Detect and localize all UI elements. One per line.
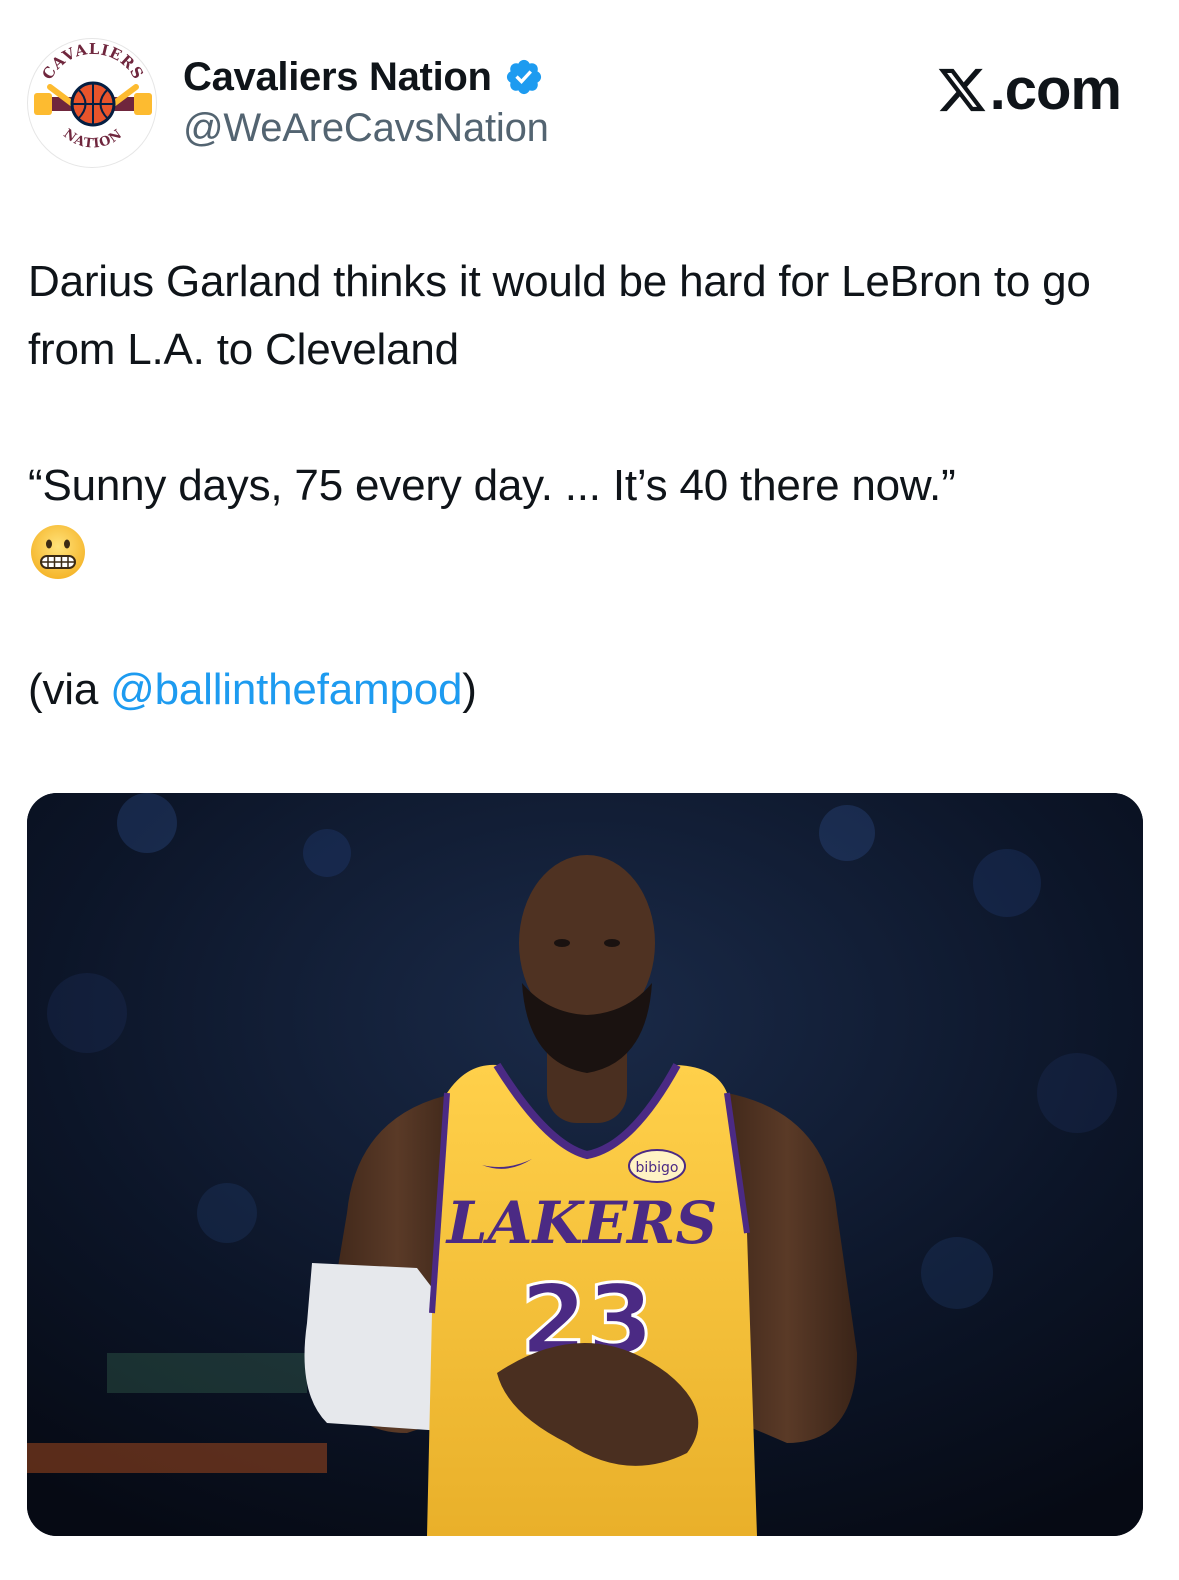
- tweet-line-via: (via @ballinthefampod): [28, 656, 1153, 724]
- tweet-header: CAVALIERS NATION Cavaliers Nation @WeAre…: [0, 0, 1179, 200]
- tweet-line-quote: “Sunny days, 75 every day. ... It’s 40 t…: [28, 452, 1153, 588]
- cavaliers-nation-logo-icon: CAVALIERS NATION: [33, 40, 153, 164]
- via-suffix: ): [462, 665, 477, 714]
- via-prefix: (via: [28, 665, 111, 714]
- author-handle[interactable]: @WeAreCavsNation: [183, 106, 549, 151]
- tweet-line-headline: Darius Garland thinks it would be hard f…: [28, 257, 1091, 374]
- basketball-player-photo-icon: LAKERS 23 bibigo: [27, 793, 1143, 1536]
- avatar[interactable]: CAVALIERS NATION: [27, 38, 157, 168]
- author-name-row: Cavaliers Nation: [183, 52, 544, 102]
- grimacing-face-icon: [31, 525, 85, 579]
- mention-link[interactable]: @ballinthefampod: [110, 665, 462, 714]
- site-brand: .com: [936, 56, 1122, 123]
- site-brand-suffix: .com: [989, 57, 1122, 122]
- x-logo-icon: [938, 68, 986, 111]
- jersey-team-text: LAKERS: [445, 1189, 718, 1257]
- tweet-media-photo[interactable]: LAKERS 23 bibigo: [27, 793, 1143, 1536]
- tweet-quote-text: “Sunny days, 75 every day. ... It’s 40 t…: [28, 461, 956, 510]
- jersey-sponsor-text: bibigo: [635, 1160, 678, 1176]
- verified-badge-icon: [506, 59, 541, 95]
- tweet-body: Darius Garland thinks it would be hard f…: [28, 248, 1153, 724]
- author-display-name[interactable]: Cavaliers Nation: [183, 55, 492, 100]
